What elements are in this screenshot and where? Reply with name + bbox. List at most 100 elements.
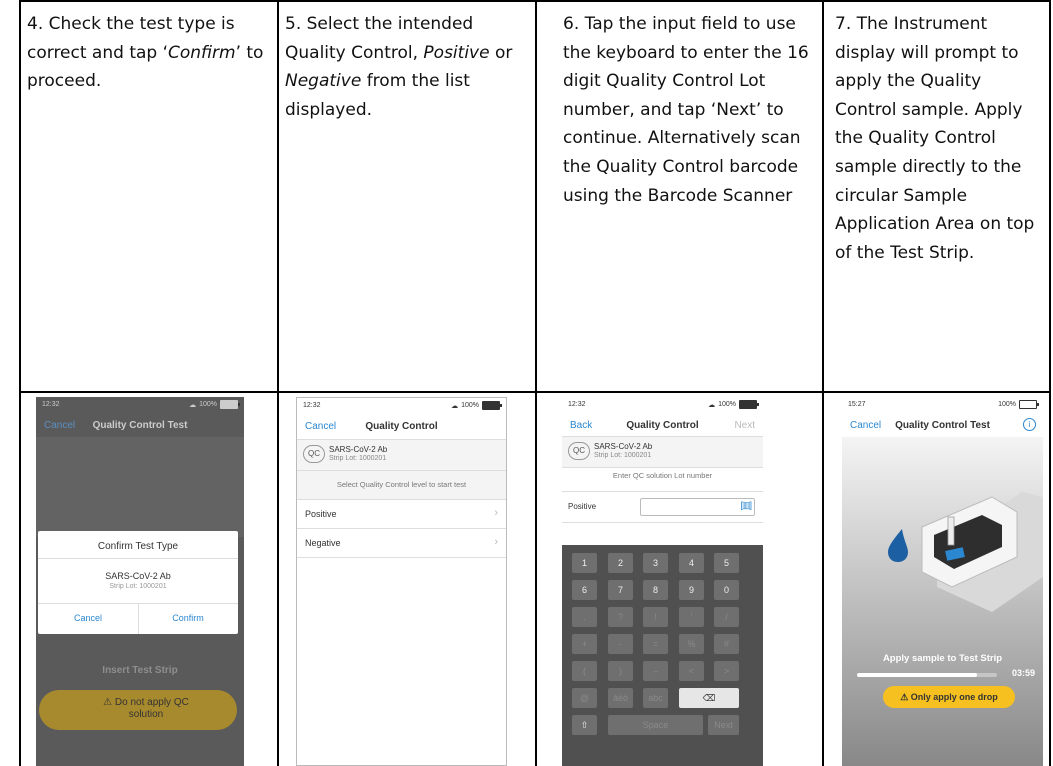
step-4-text: 4. Check the test type is correct and ta…	[27, 14, 264, 92]
dialog-strip-lot: Strip Lot: 1000201	[109, 583, 167, 590]
screen-title: Quality Control	[365, 421, 438, 432]
warning-banner: ⚠ Do not apply QC solution	[39, 690, 237, 730]
battery-level: 100%	[718, 401, 736, 408]
keyboard-key[interactable]: 8	[643, 580, 668, 600]
keyboard-key[interactable]: ?	[608, 607, 633, 627]
enter-lot-screen: 12:32 ☁ 100% Back Quality Control Next QC…	[562, 397, 763, 766]
keyboard-key[interactable]: 3	[643, 553, 668, 573]
option-label: Positive	[305, 509, 337, 519]
keyboard-key-abc[interactable]: abc	[643, 688, 668, 708]
cloud-icon: ☁	[451, 402, 459, 410]
step-6-text: 6. Tap the input field to use the keyboa…	[563, 14, 809, 206]
next-link[interactable]: Next	[734, 420, 755, 431]
keyboard-key[interactable]: 7	[608, 580, 633, 600]
table-border	[535, 0, 537, 766]
instruction-table: 4. Check the test type is correct and ta…	[0, 0, 1053, 766]
barcode-scan-icon[interactable]: [▥]	[740, 500, 751, 511]
keyboard-key[interactable]: 5	[714, 553, 739, 573]
keyboard-key-at[interactable]: @	[572, 688, 597, 708]
warning-icon: ⚠	[103, 697, 113, 708]
progress-fill	[857, 673, 978, 677]
battery-icon	[220, 400, 240, 409]
keyboard-key[interactable]: >	[714, 661, 739, 681]
keyboard-key[interactable]: =	[643, 634, 668, 654]
keyboard-key[interactable]: -	[608, 634, 633, 654]
keyboard-key[interactable]: <	[679, 661, 704, 681]
keyboard-key[interactable]: #	[714, 634, 739, 654]
nav-bar: Cancel Quality Control Test	[36, 413, 244, 437]
qc-info-row: QC SARS-CoV-2 Ab Strip Lot: 1000201	[297, 439, 506, 471]
backdrop	[36, 437, 244, 537]
keyboard-key[interactable]: 9	[679, 580, 704, 600]
lot-input-row: Positive [▥]	[562, 491, 763, 523]
cloud-icon: ☁	[708, 401, 716, 409]
table-border	[19, 0, 1051, 2]
divider	[38, 558, 238, 559]
screen-title: Quality Control Test	[92, 420, 188, 431]
countdown-timer: 03:59	[1011, 668, 1035, 678]
warning-text: Do not apply QC solution	[114, 697, 189, 720]
keyboard-key[interactable]: 6	[572, 580, 597, 600]
option-label: Negative	[305, 538, 341, 548]
status-time: 12:32	[303, 402, 321, 409]
prompt-text: Select Quality Control level to start te…	[297, 471, 506, 500]
screen-title: Quality Control Test	[895, 420, 990, 431]
chevron-right-icon: ›	[494, 507, 498, 519]
info-icon[interactable]: i	[1023, 418, 1036, 431]
qc-badge: QC	[303, 445, 325, 463]
keyboard-key[interactable]: 4	[679, 553, 704, 573]
status-time: 15:27	[848, 401, 866, 408]
charging-battery-icon	[1019, 400, 1039, 409]
select-qc-screen: 12:32 ☁ 100% Cancel Quality Control QC SA…	[296, 397, 507, 766]
keyboard-key[interactable]: )	[608, 661, 633, 681]
keyboard-key[interactable]: 1	[572, 553, 597, 573]
table-border	[1049, 0, 1051, 766]
battery-icon	[482, 401, 502, 410]
warning-text: Only apply one drop	[910, 692, 998, 702]
chevron-right-icon: ›	[494, 536, 498, 548]
progress-track	[857, 673, 997, 677]
qc-badge: QC	[568, 442, 590, 460]
confirm-test-type-screen: 12:32 ☁ 100% Cancel Quality Control Test …	[36, 397, 244, 766]
cancel-button[interactable]: Cancel	[38, 613, 138, 623]
keyboard-key[interactable]: –	[643, 661, 668, 681]
keyboard-key[interactable]: /	[714, 607, 739, 627]
confirm-button[interactable]: Confirm	[138, 613, 238, 623]
cloud-icon: ☁	[189, 401, 197, 409]
next-key[interactable]: Next	[708, 715, 739, 735]
lot-number-input[interactable]: [▥]	[640, 498, 755, 516]
test-name: SARS-CoV-2 Ab	[594, 442, 653, 451]
battery-icon	[739, 400, 759, 409]
insert-strip-label: Insert Test Strip	[102, 665, 178, 676]
table-border	[822, 0, 824, 766]
table-border	[19, 391, 1051, 393]
field-label: Positive	[568, 502, 597, 511]
option-positive[interactable]: Positive ›	[297, 500, 506, 529]
keyboard-key[interactable]: 2	[608, 553, 633, 573]
battery-level: 100%	[461, 402, 479, 409]
battery-level: 100%	[998, 401, 1016, 408]
keyboard-key[interactable]: (	[572, 661, 597, 681]
dialog-title: Confirm Test Type	[97, 541, 179, 552]
keyboard-key[interactable]: '	[679, 607, 704, 627]
option-negative[interactable]: Negative ›	[297, 529, 506, 558]
apply-sample-screen: 15:27 100% Cancel Quality Control Test i…	[842, 397, 1043, 766]
status-bar: 12:32 ☁ 100%	[562, 397, 763, 413]
keyboard-key[interactable]: +	[572, 634, 597, 654]
status-bar: 12:32 ☁ 100%	[297, 398, 506, 414]
keyboard-key[interactable]: .	[572, 607, 597, 627]
screen-title: Quality Control	[626, 420, 699, 431]
shift-key[interactable]: ⇧	[572, 715, 597, 735]
step-5-text: 5. Select the intended Quality Control, …	[285, 14, 513, 120]
keyboard-key-accent[interactable]: àéö	[608, 688, 633, 708]
nav-bar: Cancel Quality Control Test i	[842, 413, 1043, 437]
step-7-text: 7. The Instrument display will prompt to…	[835, 14, 1035, 263]
keyboard-key[interactable]: 0	[714, 580, 739, 600]
table-border	[277, 0, 279, 766]
space-key[interactable]: Space	[608, 715, 703, 735]
instrument-illustration	[888, 492, 1043, 612]
backspace-key[interactable]: ⌫	[679, 688, 739, 708]
keyboard-key[interactable]: !	[643, 607, 668, 627]
keyboard-key[interactable]: %	[679, 634, 704, 654]
test-name: SARS-CoV-2 Ab	[329, 445, 388, 454]
